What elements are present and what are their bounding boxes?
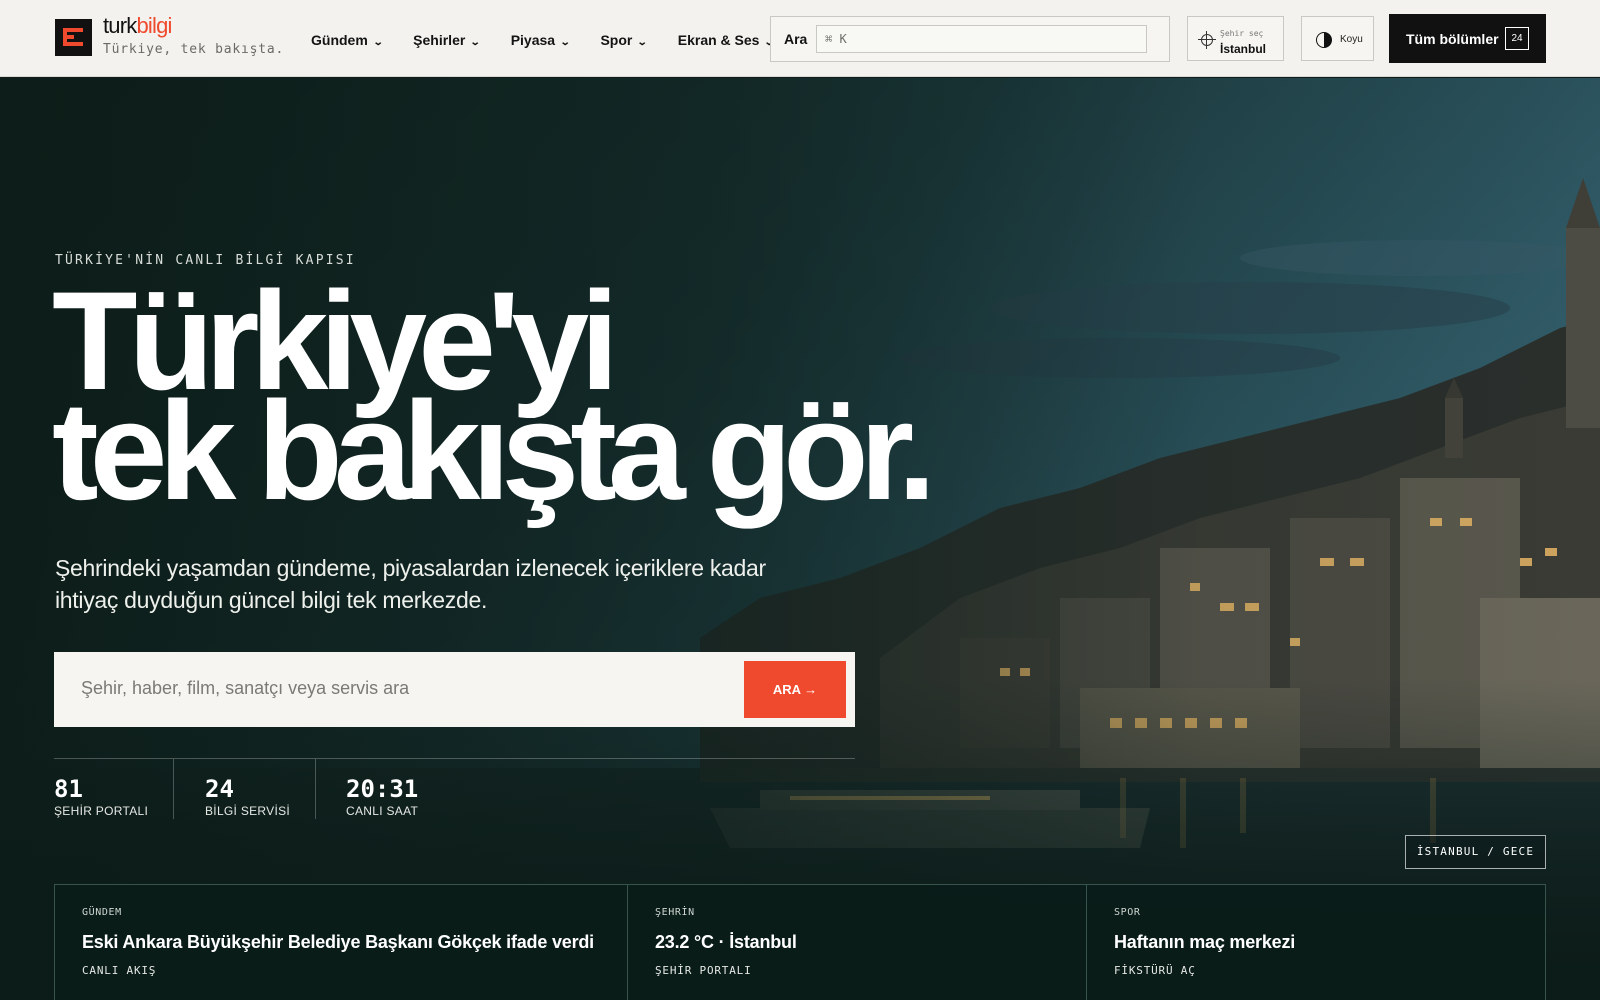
card-category: ŞEHRİN: [655, 907, 695, 918]
stat-value: 20:31: [346, 775, 419, 803]
hero-search-button[interactable]: ARA →: [744, 661, 846, 718]
all-sections-label: Tüm bölümler: [1406, 31, 1499, 47]
city-selector-caption: Şehir seç: [1220, 29, 1264, 38]
nav-item-label: Piyasa: [510, 32, 556, 48]
nav-item-label: Gündem: [311, 32, 368, 48]
hero-subtitle: Şehrindeki yaşamdan gündeme, piyasalarda…: [55, 555, 766, 613]
stat-value: 81: [54, 775, 83, 803]
hero-headline-line2: tek bakışta gör.: [52, 372, 936, 529]
chevron-down-icon: ⌄: [470, 36, 481, 48]
nav-item-piyasa[interactable]: Piyasa ⌄: [510, 30, 571, 50]
card-category: SPOR: [1114, 907, 1141, 918]
image-caption-badge: İSTANBUL / GECE: [1405, 835, 1546, 869]
card-gundem[interactable]: GÜNDEM Eski Ankara Büyükşehir Belediye B…: [55, 885, 627, 1000]
stats-divider: [54, 758, 855, 759]
nav-item-label: Ekran & Ses: [677, 32, 760, 48]
card-category: GÜNDEM: [82, 907, 122, 918]
header-search-label: Ara: [784, 31, 808, 47]
hero-search-bar: Şehir, haber, film, sanatçı veya servis …: [54, 652, 855, 727]
nav-item-gundem[interactable]: Gündem ⌄: [311, 30, 384, 50]
theme-toggle-label: Koyu: [1340, 34, 1363, 45]
stat-separator: [315, 759, 316, 819]
brand-name-part2: bilgi: [136, 13, 172, 38]
stat-value: 24: [205, 775, 234, 803]
theme-toggle-button[interactable]: Koyu: [1301, 16, 1374, 61]
brand-tagline: Türkiye, tek bakışta.: [103, 42, 285, 57]
nav-item-label: Spor: [600, 32, 633, 48]
nav-item-spor[interactable]: Spor ⌄: [600, 30, 649, 50]
card-title: 23.2 °C · İstanbul: [655, 932, 797, 952]
half-moon-icon: [1316, 32, 1332, 48]
card-action: ŞEHİR PORTALI: [655, 964, 752, 977]
header-search-input[interactable]: ⌘ K: [816, 25, 1147, 53]
stat-label: BİLGİ SERVİSİ: [205, 804, 291, 818]
brand-name[interactable]: turkbilgi: [103, 13, 172, 39]
nav-item-label: Şehirler: [413, 32, 466, 48]
card-title: Eski Ankara Büyükşehir Belediye Başkanı …: [82, 932, 594, 952]
all-sections-count: 24: [1505, 27, 1529, 50]
chevron-down-icon: ⌄: [637, 36, 649, 48]
stat-separator: [173, 759, 174, 819]
card-sehrin[interactable]: ŞEHRİN 23.2 °C · İstanbul ŞEHİR PORTALI: [628, 885, 1086, 1000]
all-sections-button[interactable]: Tüm bölümler 24: [1389, 14, 1546, 63]
hero-headline: Türkiye'yi tek bakışta gör.: [52, 271, 1152, 529]
hero-background-image: [0, 78, 1600, 1000]
brand-logo-icon[interactable]: [55, 19, 92, 56]
highlight-cards: GÜNDEM Eski Ankara Büyükşehir Belediye B…: [54, 884, 1546, 1000]
chevron-down-icon: ⌄: [559, 36, 571, 48]
header-search[interactable]: Ara ⌘ K: [770, 16, 1170, 62]
brand-name-part1: turk: [103, 13, 137, 38]
crosshair-icon: [1198, 31, 1216, 49]
nav-item-sehirler[interactable]: Şehirler ⌄: [413, 30, 481, 50]
city-selector-button[interactable]: Şehir seç İstanbul: [1187, 16, 1284, 61]
search-shortcut: ⌘ K: [825, 32, 847, 46]
card-action: FİKSTÜRÜ AÇ: [1114, 964, 1196, 977]
city-selector-value: İstanbul: [1220, 42, 1267, 56]
card-title: Haftanın maç merkezi: [1114, 932, 1296, 952]
top-header: turkbilgi Türkiye, tek bakışta. Gündem ⌄…: [0, 0, 1600, 77]
stat-label: ŞEHİR PORTALI: [54, 804, 149, 818]
card-action: CANLI AKIŞ: [82, 964, 157, 977]
hero-section: TÜRKİYE'NİN CANLI BİLGİ KAPISI Türkiye'y…: [0, 78, 1600, 1000]
chevron-down-icon: ⌄: [372, 36, 384, 48]
main-nav: Gündem ⌄ Şehirler ⌄ Piyasa ⌄ Spor ⌄ Ekra…: [311, 30, 775, 50]
stat-label: CANLI SAAT: [346, 804, 419, 818]
card-spor[interactable]: SPOR Haftanın maç merkezi FİKSTÜRÜ AÇ: [1087, 885, 1545, 1000]
nav-item-ekran-ses[interactable]: Ekran & Ses ⌄: [677, 30, 775, 50]
hero-search-input[interactable]: Şehir, haber, film, sanatçı veya servis …: [81, 678, 409, 699]
